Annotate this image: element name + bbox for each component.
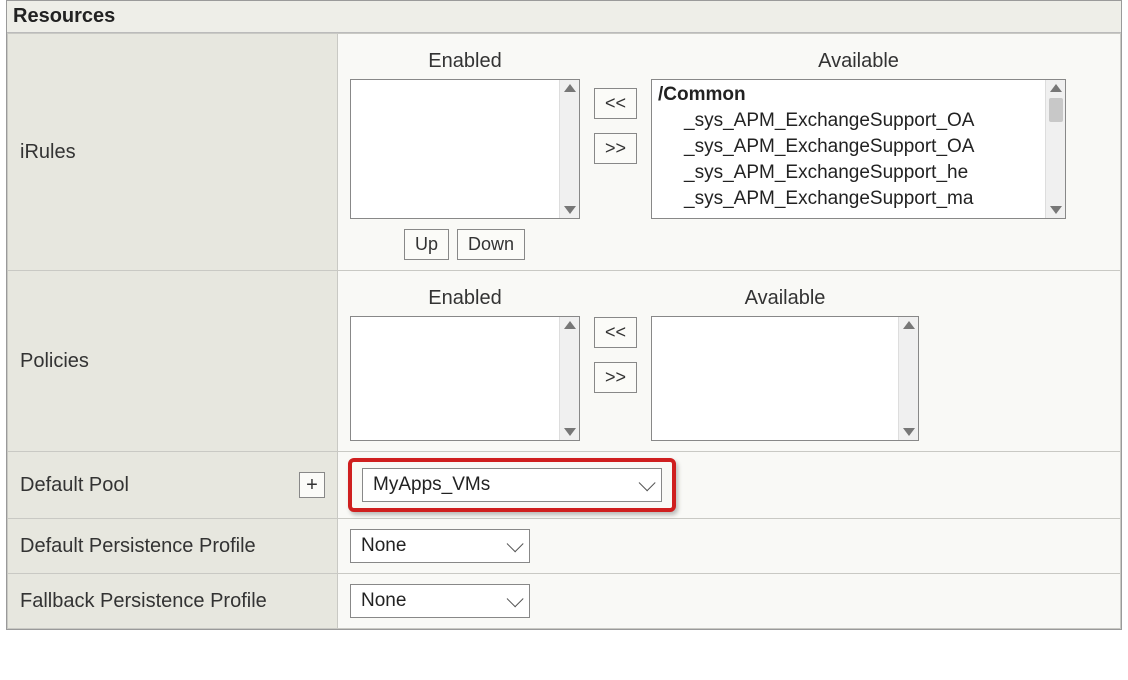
- scroll-down-icon[interactable]: [1050, 206, 1062, 214]
- fallback-persistence-select-value: None: [361, 590, 406, 612]
- list-item[interactable]: _sys_APM_ExchangeSupport_OA: [656, 108, 1041, 134]
- irules-enabled-column: Enabled: [350, 50, 580, 219]
- policies-enabled-column: Enabled: [350, 287, 580, 441]
- policies-mover-buttons: << >>: [594, 317, 637, 393]
- row-policies: Policies Enabled: [8, 271, 1121, 452]
- irules-available-header: Available: [818, 50, 899, 73]
- irules-available-column: Available /Common _sys_APM_ExchangeSuppo…: [651, 50, 1066, 219]
- irules-enabled-inner: [351, 80, 559, 218]
- policies-move-right-button[interactable]: >>: [594, 362, 637, 393]
- list-item[interactable]: _sys_APM_ExchangeSupport_ma: [656, 186, 1041, 212]
- fallback-persistence-label: Fallback Persistence Profile: [20, 590, 267, 612]
- irules-mover-buttons: << >>: [594, 88, 637, 164]
- panel-title: Resources: [7, 1, 1121, 33]
- resources-panel: Resources iRules Enabled: [6, 0, 1122, 630]
- policies-value-cell: Enabled << >>: [338, 271, 1121, 452]
- default-persistence-value-cell: None: [338, 519, 1121, 574]
- scrollbar[interactable]: [559, 80, 579, 218]
- fallback-persistence-label-cell: Fallback Persistence Profile: [8, 574, 338, 629]
- scroll-down-icon[interactable]: [564, 428, 576, 436]
- scroll-up-icon[interactable]: [903, 321, 915, 329]
- scroll-up-icon[interactable]: [1050, 84, 1062, 92]
- scroll-up-icon[interactable]: [564, 84, 576, 92]
- default-pool-label: Default Pool: [20, 474, 129, 497]
- irules-enabled-listbox[interactable]: [350, 79, 580, 219]
- scroll-down-icon[interactable]: [564, 206, 576, 214]
- fallback-persistence-select[interactable]: None: [350, 584, 530, 618]
- default-persistence-label: Default Persistence Profile: [20, 535, 256, 557]
- policies-dual-list: Enabled << >>: [350, 281, 1108, 441]
- irules-dual-list: Enabled << >>: [350, 44, 1108, 219]
- irules-available-listbox[interactable]: /Common _sys_APM_ExchangeSupport_OA _sys…: [651, 79, 1066, 219]
- irules-label: iRules: [20, 141, 76, 163]
- irules-move-right-button[interactable]: >>: [594, 133, 637, 164]
- list-group-header[interactable]: /Common: [656, 82, 1041, 108]
- scrollbar[interactable]: [898, 317, 918, 440]
- row-default-pool: Default Pool + MyApps_VMs: [8, 452, 1121, 519]
- row-default-persistence: Default Persistence Profile None: [8, 519, 1121, 574]
- chevron-down-icon: [507, 590, 524, 607]
- default-pool-highlight: MyApps_VMs: [348, 458, 676, 512]
- irules-available-inner: /Common _sys_APM_ExchangeSupport_OA _sys…: [652, 80, 1045, 218]
- row-irules: iRules Enabled: [8, 34, 1121, 271]
- irules-enabled-header: Enabled: [428, 50, 501, 73]
- default-persistence-select-value: None: [361, 535, 406, 557]
- fallback-persistence-value-cell: None: [338, 574, 1121, 629]
- scrollbar[interactable]: [559, 317, 579, 440]
- resources-table: iRules Enabled: [7, 33, 1121, 629]
- scroll-thumb[interactable]: [1049, 98, 1063, 122]
- default-persistence-label-cell: Default Persistence Profile: [8, 519, 338, 574]
- default-pool-value-cell: MyApps_VMs: [338, 452, 1121, 519]
- default-pool-label-cell: Default Pool +: [8, 452, 338, 519]
- chevron-down-icon: [507, 535, 524, 552]
- irules-move-left-button[interactable]: <<: [594, 88, 637, 119]
- irules-label-cell: iRules: [8, 34, 338, 271]
- row-fallback-persistence: Fallback Persistence Profile None: [8, 574, 1121, 629]
- irules-reorder-buttons: Up Down: [404, 229, 1108, 260]
- list-item[interactable]: _sys_APM_ExchangeSupport_OA: [656, 134, 1041, 160]
- scrollbar[interactable]: [1045, 80, 1065, 218]
- policies-move-left-button[interactable]: <<: [594, 317, 637, 348]
- policies-enabled-inner: [351, 317, 559, 440]
- policies-label-cell: Policies: [8, 271, 338, 452]
- default-pool-add-button[interactable]: +: [299, 472, 325, 498]
- policies-available-inner: [652, 317, 898, 440]
- policies-enabled-header: Enabled: [428, 287, 501, 310]
- policies-available-listbox[interactable]: [651, 316, 919, 441]
- policies-available-column: Available: [651, 287, 919, 441]
- default-persistence-select[interactable]: None: [350, 529, 530, 563]
- list-item[interactable]: _sys_APM_ExchangeSupport_he: [656, 160, 1041, 186]
- chevron-down-icon: [639, 474, 656, 491]
- policies-available-header: Available: [745, 287, 826, 310]
- default-pool-select[interactable]: MyApps_VMs: [362, 468, 662, 502]
- policies-label: Policies: [20, 350, 89, 372]
- default-pool-select-value: MyApps_VMs: [373, 474, 490, 496]
- scroll-down-icon[interactable]: [903, 428, 915, 436]
- irules-down-button[interactable]: Down: [457, 229, 525, 260]
- irules-up-button[interactable]: Up: [404, 229, 449, 260]
- policies-enabled-listbox[interactable]: [350, 316, 580, 441]
- irules-value-cell: Enabled << >>: [338, 34, 1121, 271]
- scroll-up-icon[interactable]: [564, 321, 576, 329]
